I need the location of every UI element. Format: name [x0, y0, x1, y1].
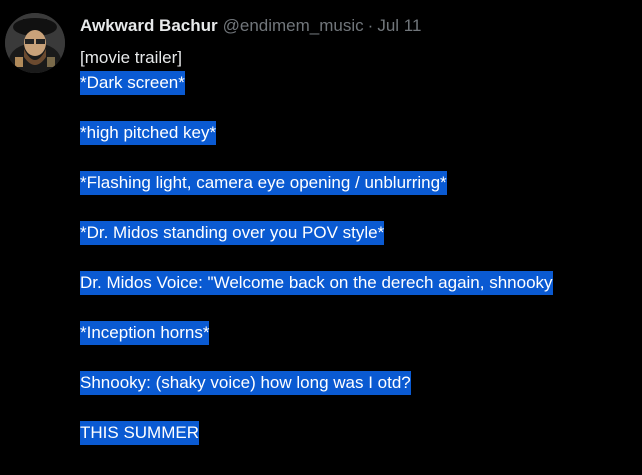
- tweet-line: *high pitched key*: [80, 120, 640, 145]
- selected-text: *high pitched key*: [80, 121, 217, 145]
- tweet-line: [movie trailer]: [80, 45, 640, 70]
- selected-text: *Dr. Midos standing over you POV style*: [80, 221, 385, 245]
- tweet-line: *Dark screen*: [80, 70, 640, 95]
- tweet-content: Awkward Bachur @endimem_music · Jul 11 […: [80, 16, 640, 445]
- selected-text: *Dark screen*: [80, 71, 185, 95]
- avatar[interactable]: [5, 13, 65, 73]
- tweet-line: Shnooky: (shaky voice) how long was I ot…: [80, 370, 640, 395]
- selected-text: Dr. Midos Voice: "Welcome back on the de…: [80, 271, 553, 295]
- profile-photo-icon: [5, 13, 65, 73]
- tweet-header: Awkward Bachur @endimem_music · Jul 11: [80, 16, 640, 40]
- tweet-line: *Inception horns*: [80, 320, 640, 345]
- tweet-line: THIS SUMMER: [80, 420, 640, 445]
- tweet[interactable]: Awkward Bachur @endimem_music · Jul 11 […: [0, 0, 642, 475]
- header-separator: ·: [367, 16, 374, 35]
- author-handle[interactable]: @endimem_music: [223, 16, 364, 36]
- tweet-line: *Flashing light, camera eye opening / un…: [80, 170, 640, 195]
- tweet-line: Dr. Midos Voice: "Welcome back on the de…: [80, 270, 640, 295]
- tweet-line-text: [movie trailer]: [80, 48, 183, 67]
- selected-text: Shnooky: (shaky voice) how long was I ot…: [80, 371, 411, 395]
- selected-text: *Inception horns*: [80, 321, 210, 345]
- tweet-line: *Dr. Midos standing over you POV style*: [80, 220, 640, 245]
- selected-text: *Flashing light, camera eye opening / un…: [80, 171, 447, 195]
- tweet-text: [movie trailer] *Dark screen* *high pitc…: [80, 45, 640, 445]
- author-display-name[interactable]: Awkward Bachur: [80, 16, 218, 36]
- selected-text: THIS SUMMER: [80, 421, 199, 445]
- tweet-date[interactable]: Jul 11: [377, 16, 421, 36]
